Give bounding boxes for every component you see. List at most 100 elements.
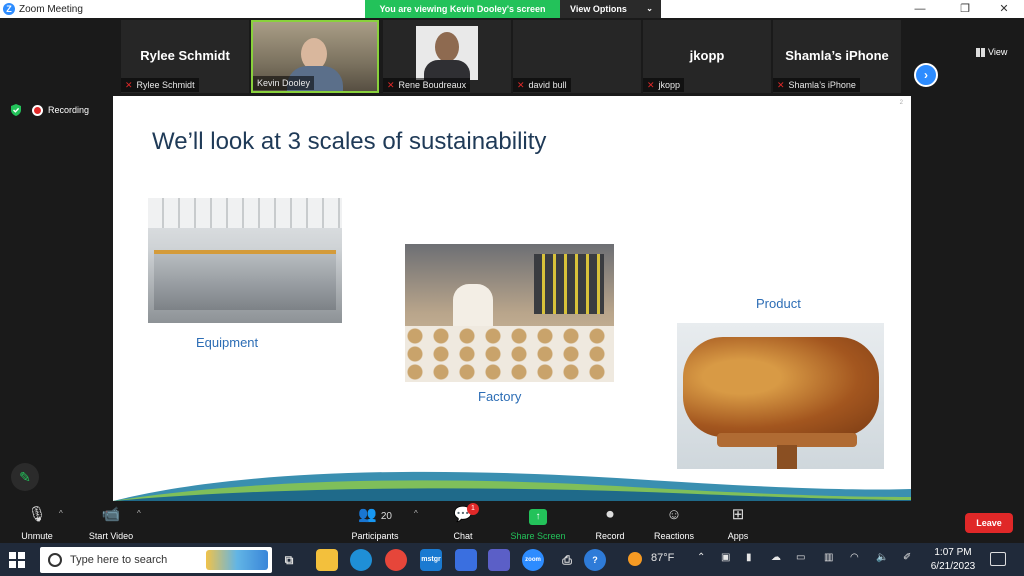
video-off-icon: 📹 <box>101 506 121 523</box>
participants-options-caret[interactable]: ^ <box>414 509 418 518</box>
taskbar-app-icon[interactable] <box>455 549 477 571</box>
mic-muted-icon: ✕ <box>517 80 525 90</box>
factory-roof-shape <box>148 198 342 228</box>
pastry-pile-shape <box>683 337 879 437</box>
participant-name-tag: ✕ Rene Boudreaux <box>383 78 471 92</box>
tray-display-icon[interactable]: ▭ <box>796 552 805 563</box>
view-layout-label: View <box>988 47 1008 57</box>
tray-mic-icon[interactable]: ▮ <box>746 552 752 563</box>
participant-name: jkopp <box>658 80 681 90</box>
zoom-window: Z Zoom Meeting — ❐ ✕ You are viewing Kev… <box>0 0 1024 576</box>
windows-start-icon[interactable] <box>9 552 25 568</box>
leave-button[interactable]: Leave <box>965 513 1013 533</box>
unmute-label: Unmute <box>21 531 53 541</box>
view-layout-button[interactable]: View <box>976 45 1007 59</box>
participant-tile-active-speaker[interactable]: Kevin Dooley <box>251 20 379 93</box>
participant-tile[interactable]: jkopp ✕ jkopp <box>643 20 771 93</box>
onedrive-cloud-icon[interactable]: ☁ <box>771 552 781 563</box>
wifi-icon[interactable]: ◠ <box>850 552 859 563</box>
participants-button[interactable]: 👥 20 Participants <box>340 505 410 541</box>
security-shield-icon <box>11 104 21 116</box>
recording-indicator[interactable]: Recording <box>10 104 89 116</box>
help-icon[interactable]: ? <box>584 549 606 571</box>
audio-options-caret[interactable]: ^ <box>59 509 63 518</box>
file-explorer-icon[interactable] <box>316 549 338 571</box>
participant-display-name: Rylee Schmidt <box>140 48 230 63</box>
participant-tile[interactable]: Shamla’s iPhone ✕ Shamla’s iPhone <box>773 20 901 93</box>
caption-equipment: Equipment <box>196 335 259 350</box>
pen-icon[interactable]: ✐ <box>903 552 911 563</box>
participant-tile[interactable]: ✕ david bull <box>513 20 641 93</box>
annotate-pencil-icon[interactable]: ✎ <box>11 463 39 491</box>
notification-center-icon[interactable] <box>990 552 1006 566</box>
mic-muted-icon: ✕ <box>647 80 655 90</box>
shared-slide: 2 We’ll look at 3 scales of sustainabili… <box>113 96 911 501</box>
slide-heading: We’ll look at 3 scales of sustainability <box>152 128 547 155</box>
clock-time: 1:07 PM <box>934 547 972 558</box>
participant-display-name: jkopp <box>689 48 725 63</box>
view-options-button[interactable]: View Options ⌄ <box>560 0 661 18</box>
zoom-logo-icon: Z <box>3 3 15 15</box>
product-photo <box>677 323 884 469</box>
tray-device-icon[interactable]: ▥ <box>824 552 833 563</box>
volume-icon[interactable]: 🔈 <box>876 552 888 563</box>
search-placeholder: Type here to search <box>70 554 168 566</box>
share-screen-button[interactable]: ↑ Share Screen <box>503 505 573 541</box>
windows-taskbar: Type here to search ⧉ mstgr zoom ⎙ ? 87°… <box>0 543 1024 576</box>
chat-bubble-icon: 💬 <box>453 506 473 523</box>
record-button[interactable]: ⏺ Record <box>575 505 645 541</box>
mic-muted-icon: ✕ <box>387 80 395 90</box>
taskbar-app-zoom[interactable]: zoom <box>522 549 544 571</box>
close-button[interactable]: ✕ <box>984 0 1024 18</box>
record-label: Record <box>595 531 625 541</box>
slide-footer-wave <box>113 471 911 501</box>
screen-share-banner: You are viewing Kevin Dooley's screen Vi… <box>365 0 661 18</box>
taskbar-search-box[interactable]: Type here to search <box>40 547 272 573</box>
edge-browser-icon[interactable] <box>350 549 372 571</box>
weather-sun-icon <box>628 552 642 566</box>
task-view-icon[interactable]: ⧉ <box>278 549 300 571</box>
participant-name: Rylee Schmidt <box>136 80 195 90</box>
weather-temperature[interactable]: 87°F <box>651 552 674 564</box>
participant-name-tag: ✕ jkopp <box>643 78 685 92</box>
search-highlight-illustration <box>206 550 268 570</box>
teams-icon[interactable] <box>488 549 510 571</box>
chevron-down-icon: ⌄ <box>646 4 653 13</box>
factory-photo <box>405 244 614 382</box>
maximize-button[interactable]: ❐ <box>945 0 985 18</box>
taskbar-app-mstgr[interactable]: mstgr <box>420 549 442 571</box>
tray-app-icon[interactable]: ▣ <box>721 552 730 563</box>
tray-overflow-chevron-icon[interactable]: ⌃ <box>697 552 705 563</box>
participant-video <box>416 26 478 84</box>
apps-icon: ⊞ <box>731 506 745 523</box>
next-page-arrow-icon[interactable]: › <box>914 63 938 87</box>
clock-date: 6/21/2023 <box>930 561 976 572</box>
chrome-browser-icon[interactable] <box>385 549 407 571</box>
mic-muted-icon: ✕ <box>125 80 133 90</box>
participant-name-tag: ✕ david bull <box>513 78 571 92</box>
minimize-button[interactable]: — <box>900 0 940 18</box>
window-title: Zoom Meeting <box>19 3 83 15</box>
record-icon: ⏺ <box>606 506 614 523</box>
participant-display-name: Shamla’s iPhone <box>785 48 889 63</box>
reactions-label: Reactions <box>653 531 695 541</box>
participant-gallery: Rylee Schmidt ✕ Rylee Schmidt Kevin Dool… <box>0 18 1024 94</box>
participant-name-tag: ✕ Rylee Schmidt <box>121 78 199 92</box>
participant-tile[interactable]: Rylee Schmidt ✕ Rylee Schmidt <box>121 20 249 93</box>
apps-button[interactable]: ⊞ Apps <box>703 505 773 541</box>
participant-tile[interactable]: ✕ Rene Boudreaux <box>383 20 511 93</box>
printer-icon[interactable]: ⎙ <box>556 549 578 571</box>
recording-label: Recording <box>48 105 90 115</box>
participants-count: 20 <box>380 511 392 522</box>
system-clock[interactable]: 1:07 PM 6/21/2023 <box>925 546 981 574</box>
chat-button[interactable]: 💬 Chat <box>428 505 498 541</box>
recording-dot-icon <box>32 104 43 116</box>
start-video-button[interactable]: 📹 Start Video <box>76 505 146 541</box>
reactions-button[interactable]: ☺ Reactions <box>639 505 709 541</box>
video-options-caret[interactable]: ^ <box>137 509 141 518</box>
viewing-screen-label: You are viewing Kevin Dooley's screen <box>365 0 560 18</box>
mic-muted-icon: ✕ <box>777 80 785 90</box>
industrial-oven-shape <box>154 250 336 310</box>
participant-name: Rene Boudreaux <box>398 80 467 90</box>
participant-name: Kevin Dooley <box>257 78 311 88</box>
